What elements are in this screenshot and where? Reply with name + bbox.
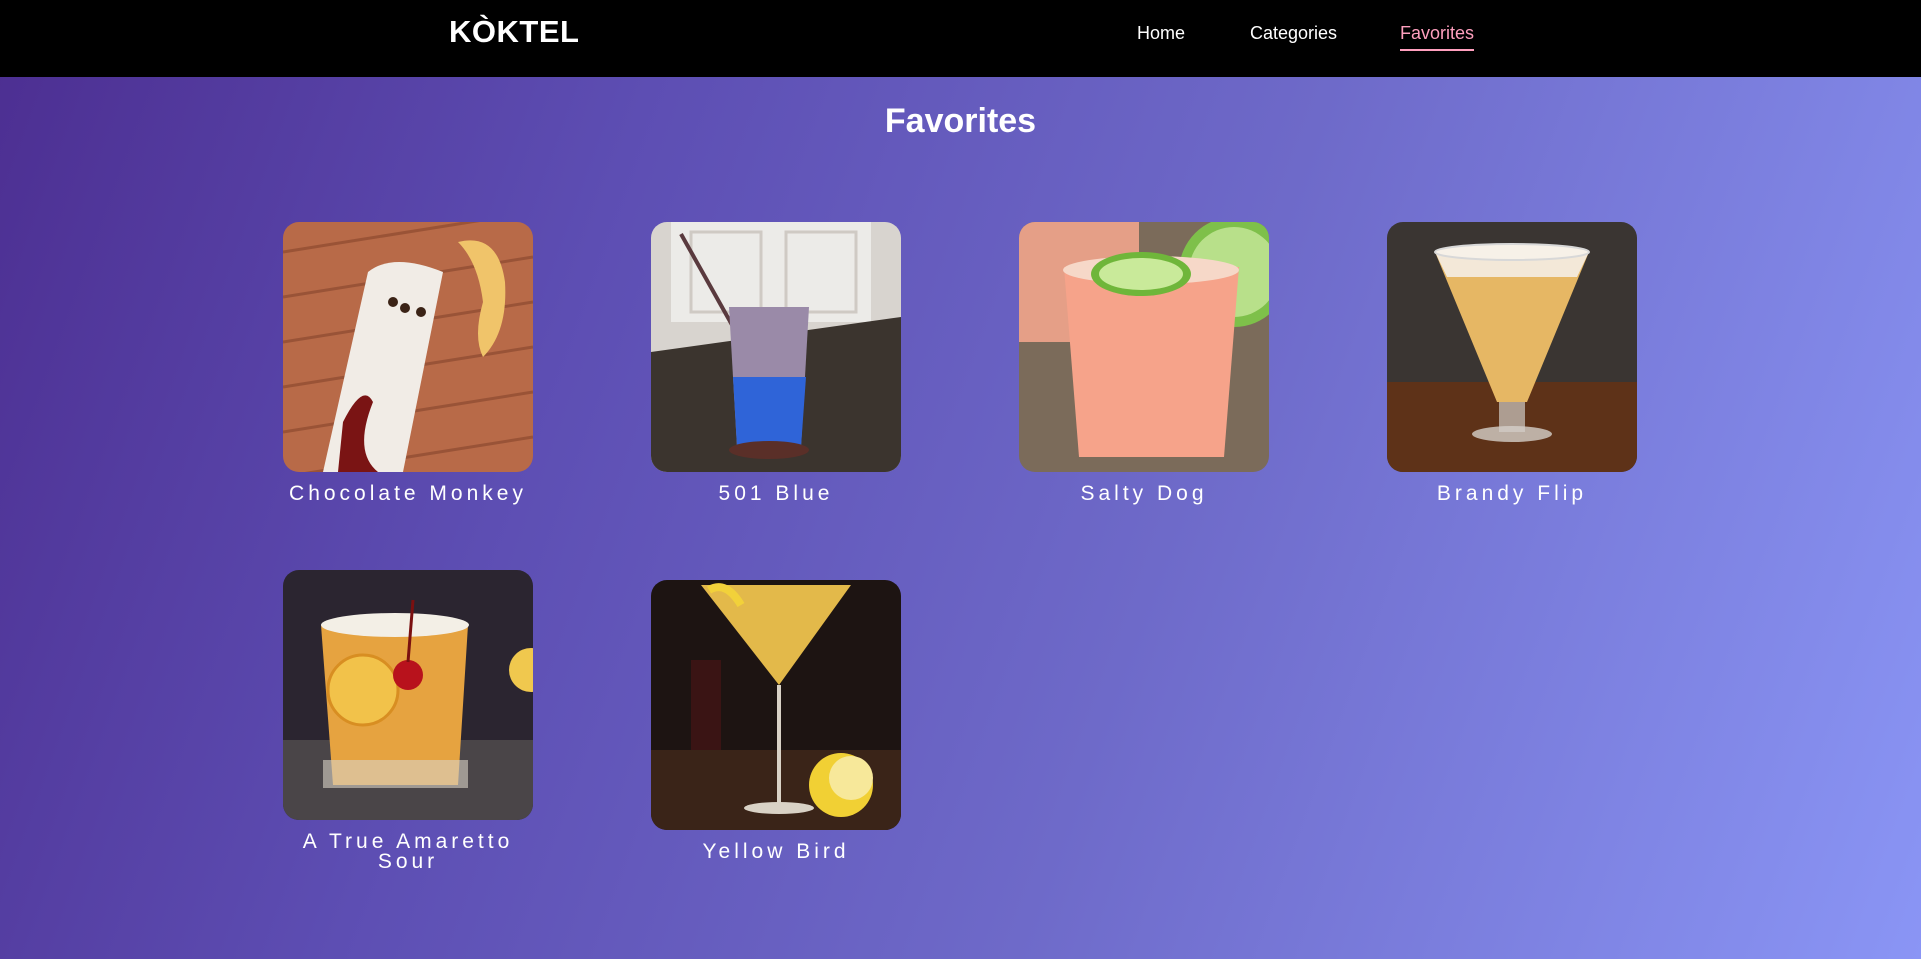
nav-link-home[interactable]: Home — [1137, 23, 1185, 44]
favorite-card[interactable]: Yellow Bird — [651, 580, 901, 862]
favorite-card[interactable]: 501 Blue — [651, 222, 901, 504]
cocktail-image — [1019, 222, 1269, 472]
cocktail-name: Brandy Flip — [1436, 482, 1588, 505]
cocktail-name: Salty Dog — [1080, 482, 1208, 505]
cocktail-image — [283, 570, 533, 820]
favorite-card[interactable]: A True Amaretto Sour — [283, 570, 533, 872]
cocktail-image — [651, 580, 901, 830]
cocktail-name: 501 Blue — [718, 482, 834, 505]
favorite-card[interactable]: Salty Dog — [1019, 222, 1269, 504]
page-title: Favorites — [884, 102, 1037, 140]
favorite-card[interactable]: Chocolate Monkey — [283, 222, 533, 504]
cocktail-name: Yellow Bird — [702, 840, 850, 863]
cocktail-name: A True Amaretto Sour — [302, 830, 514, 873]
cocktail-image — [1387, 222, 1637, 472]
nav-link-favorites[interactable]: Favorites — [1400, 23, 1475, 51]
favorite-card[interactable]: Brandy Flip — [1387, 222, 1637, 504]
cocktail-image — [283, 222, 533, 472]
nav-link-categories[interactable]: Categories — [1250, 23, 1337, 44]
navbar: KÒKTEL Home Categories Favorites — [0, 0, 1921, 77]
cocktail-name: Chocolate Monkey — [289, 482, 527, 505]
brand-logo[interactable]: KÒKTEL — [449, 14, 579, 50]
cocktail-image — [651, 222, 901, 472]
